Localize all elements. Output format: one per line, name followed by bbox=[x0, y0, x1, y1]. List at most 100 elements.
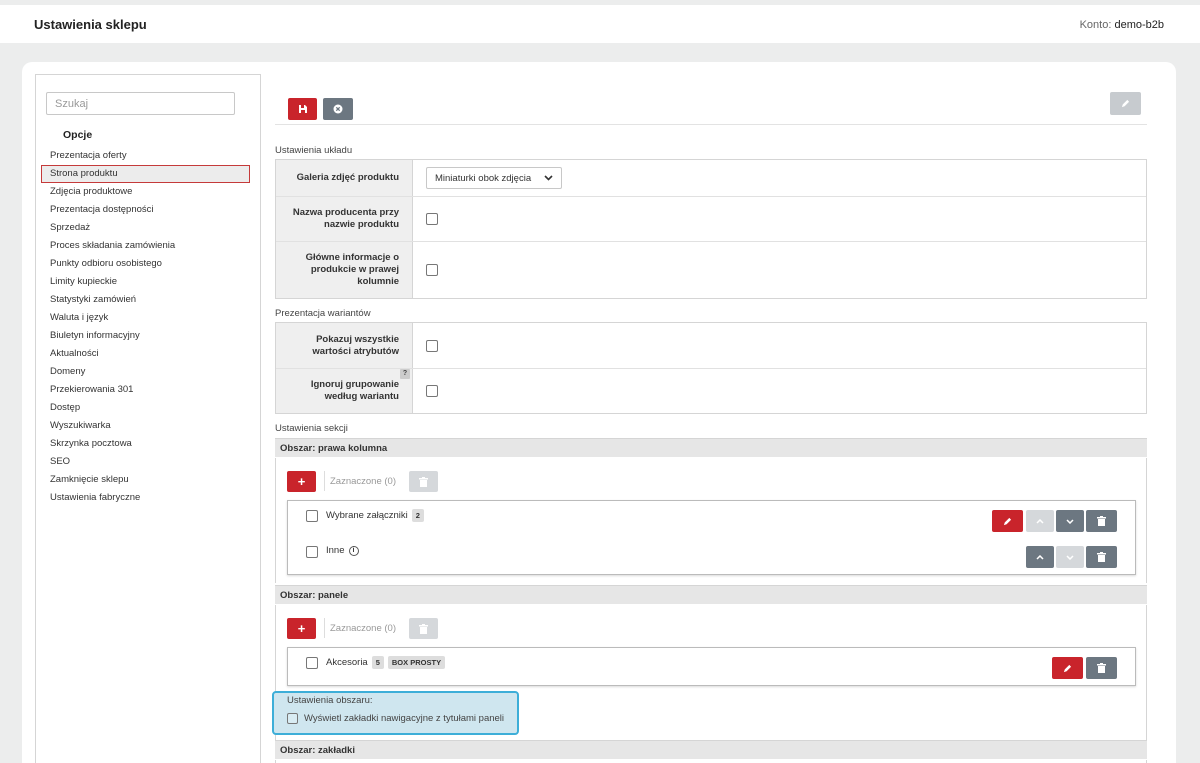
item-checkbox[interactable] bbox=[306, 546, 318, 558]
list-item: Inne i bbox=[288, 537, 1135, 573]
list-item: Wybrane załączniki 2 bbox=[288, 501, 1135, 537]
search-input[interactable] bbox=[46, 92, 235, 115]
account-name: demo-b2b bbox=[1114, 19, 1164, 31]
chevron-down-icon bbox=[1066, 518, 1074, 524]
selected-count: Zaznaczone (0) bbox=[330, 476, 397, 487]
toolbar-separator bbox=[324, 618, 325, 638]
cancel-button[interactable] bbox=[323, 98, 353, 120]
show-all-checkbox[interactable] bbox=[426, 339, 438, 352]
sidebar-item-ustawienia-fabryczne[interactable]: Ustawienia fabryczne bbox=[41, 489, 250, 507]
delete-selected-button[interactable] bbox=[409, 471, 438, 492]
ignore-grouping-label-cell: ? Ignoruj grupowanie według wariantu bbox=[276, 369, 413, 413]
account-label: Konto: bbox=[1079, 19, 1112, 31]
trash-icon bbox=[419, 476, 428, 487]
sidebar-item-domeny[interactable]: Domeny bbox=[41, 363, 250, 381]
item-count-badge: 5 bbox=[371, 656, 384, 669]
selected-count: Zaznaczone (0) bbox=[330, 623, 397, 634]
main-info-checkbox[interactable] bbox=[426, 264, 438, 276]
sidebar-item-punkty-odbioru[interactable]: Punkty odbioru osobistego bbox=[41, 255, 250, 273]
chevron-up-icon bbox=[1036, 554, 1044, 560]
sidebar-item-skrzynka-pocztowa[interactable]: Skrzynka pocztowa bbox=[41, 435, 250, 453]
main-info-row: Główne informacje o produkcie w prawej k… bbox=[276, 242, 1146, 298]
sidebar-item-sprzedaz[interactable]: Sprzedaż bbox=[41, 219, 250, 237]
chevron-up-icon bbox=[1036, 518, 1044, 524]
main-panel: Ustawienia układu Galeria zdjęć produktu… bbox=[261, 74, 1161, 763]
ignore-grouping-checkbox[interactable] bbox=[426, 385, 438, 397]
trash-icon bbox=[1097, 552, 1106, 562]
area-settings-box: Ustawienia obszaru: Wyświetl zakładki na… bbox=[272, 691, 519, 735]
info-icon[interactable]: i bbox=[348, 545, 359, 556]
tabs-header: Obszar: zakładki bbox=[275, 740, 1147, 759]
move-up-button[interactable] bbox=[1026, 546, 1054, 568]
delete-item-button[interactable] bbox=[1086, 510, 1117, 532]
move-down-button[interactable] bbox=[1056, 546, 1084, 568]
add-button[interactable]: + bbox=[287, 618, 316, 639]
move-down-button[interactable] bbox=[1056, 510, 1084, 532]
gallery-select-value: Miniaturki obok zdjęcia bbox=[435, 172, 532, 184]
item-label: Inne bbox=[326, 545, 345, 556]
help-icon[interactable]: ? bbox=[400, 369, 410, 379]
account-info: Konto: demo-b2b bbox=[1080, 19, 1164, 31]
sidebar-item-aktualnosci[interactable]: Aktualności bbox=[41, 345, 250, 363]
sidebar-menu: Prezentacja oferty Strona produktu Zdjęc… bbox=[41, 147, 250, 507]
layout-settings-box: Galeria zdjęć produktu Miniaturki obok z… bbox=[275, 159, 1147, 299]
sidebar-item-zamkniecie-sklepu[interactable]: Zamknięcie sklepu bbox=[41, 471, 250, 489]
sidebar-item-dostep[interactable]: Dostęp bbox=[41, 399, 250, 417]
pencil-icon bbox=[1003, 517, 1012, 525]
delete-item-button[interactable] bbox=[1086, 546, 1117, 568]
variants-box: Pokazuj wszystkie wartości atrybutów ? I… bbox=[275, 322, 1147, 414]
show-all-row: Pokazuj wszystkie wartości atrybutów bbox=[276, 323, 1146, 369]
ignore-grouping-row: ? Ignoruj grupowanie według wariantu bbox=[276, 369, 1146, 413]
delete-selected-button[interactable] bbox=[409, 618, 438, 639]
item-checkbox[interactable] bbox=[306, 510, 318, 522]
navigation-tabs-option[interactable]: Wyświetl zakładki nawigacyjne z tytułami… bbox=[287, 713, 504, 724]
sidebar-item-przekierowania[interactable]: Przekierowania 301 bbox=[41, 381, 250, 399]
top-bar: Ustawienia sklepu Konto: demo-b2b bbox=[0, 5, 1200, 43]
trash-icon bbox=[1097, 663, 1106, 673]
edit-item-button[interactable] bbox=[992, 510, 1023, 532]
edit-item-button[interactable] bbox=[1052, 657, 1083, 679]
item-label: Wybrane załączniki bbox=[326, 510, 408, 521]
ignore-grouping-label: Ignoruj grupowanie według wariantu bbox=[310, 379, 399, 402]
sidebar-item-proces-zamowienia[interactable]: Proces składania zamówienia bbox=[41, 237, 250, 255]
navigation-tabs-checkbox[interactable] bbox=[287, 713, 298, 724]
sidebar-item-prezentacja-dostepnosci[interactable]: Prezentacja dostępności bbox=[41, 201, 250, 219]
pencil-icon bbox=[1121, 99, 1130, 108]
move-up-button[interactable] bbox=[1026, 510, 1054, 532]
trash-icon bbox=[1097, 516, 1106, 526]
item-count-badge: 2 bbox=[411, 509, 424, 522]
chevron-down-icon bbox=[1066, 554, 1074, 560]
edit-button[interactable] bbox=[1110, 92, 1141, 115]
sidebar-item-statystyki-zamowien[interactable]: Statystyki zamówień bbox=[41, 291, 250, 309]
add-button[interactable]: + bbox=[287, 471, 316, 492]
delete-item-button[interactable] bbox=[1086, 657, 1117, 679]
navigation-tabs-label: Wyświetl zakładki nawigacyjne z tytułami… bbox=[304, 713, 505, 724]
manufacturer-row: Nazwa producenta przy nazwie produktu bbox=[276, 197, 1146, 242]
save-button[interactable] bbox=[288, 98, 317, 120]
item-checkbox[interactable] bbox=[306, 657, 318, 669]
toolbar-separator bbox=[324, 471, 325, 491]
sidebar-item-limity-kupieckie[interactable]: Limity kupieckie bbox=[41, 273, 250, 291]
area-settings-title: Ustawienia obszaru: bbox=[287, 695, 373, 706]
sidebar-item-waluta-jezyk[interactable]: Waluta i język bbox=[41, 309, 250, 327]
main-info-label: Główne informacje o produkcie w prawej k… bbox=[276, 242, 413, 298]
show-all-label: Pokazuj wszystkie wartości atrybutów bbox=[276, 323, 413, 368]
toolbar-divider bbox=[275, 124, 1147, 125]
sidebar-item-wyszukiwarka[interactable]: Wyszukiwarka bbox=[41, 417, 250, 435]
item-type-badge: BOX PROSTY bbox=[387, 656, 446, 669]
sidebar-item-seo[interactable]: SEO bbox=[41, 453, 250, 471]
sections-title: Ustawienia sekcji bbox=[275, 423, 348, 434]
chevron-down-icon bbox=[544, 175, 553, 181]
right-column-header: Obszar: prawa kolumna bbox=[275, 438, 1147, 457]
right-column-body: + Zaznaczone (0) Wybrane załączniki 2 In… bbox=[275, 458, 1147, 583]
sidebar-item-biuletyn[interactable]: Biuletyn informacyjny bbox=[41, 327, 250, 345]
manufacturer-checkbox[interactable] bbox=[426, 213, 438, 225]
sidebar-item-prezentacja-oferty[interactable]: Prezentacja oferty bbox=[41, 147, 250, 165]
list-item: Akcesoria 5 BOX PROSTY bbox=[288, 648, 1135, 684]
pencil-icon bbox=[1063, 664, 1072, 672]
sidebar-item-zdjecia-produktowe[interactable]: Zdjęcia produktowe bbox=[41, 183, 250, 201]
gallery-select[interactable]: Miniaturki obok zdjęcia bbox=[426, 167, 562, 189]
manufacturer-label: Nazwa producenta przy nazwie produktu bbox=[276, 197, 413, 241]
page-title: Ustawienia sklepu bbox=[34, 17, 147, 32]
sidebar-item-strona-produktu[interactable]: Strona produktu bbox=[41, 165, 250, 183]
